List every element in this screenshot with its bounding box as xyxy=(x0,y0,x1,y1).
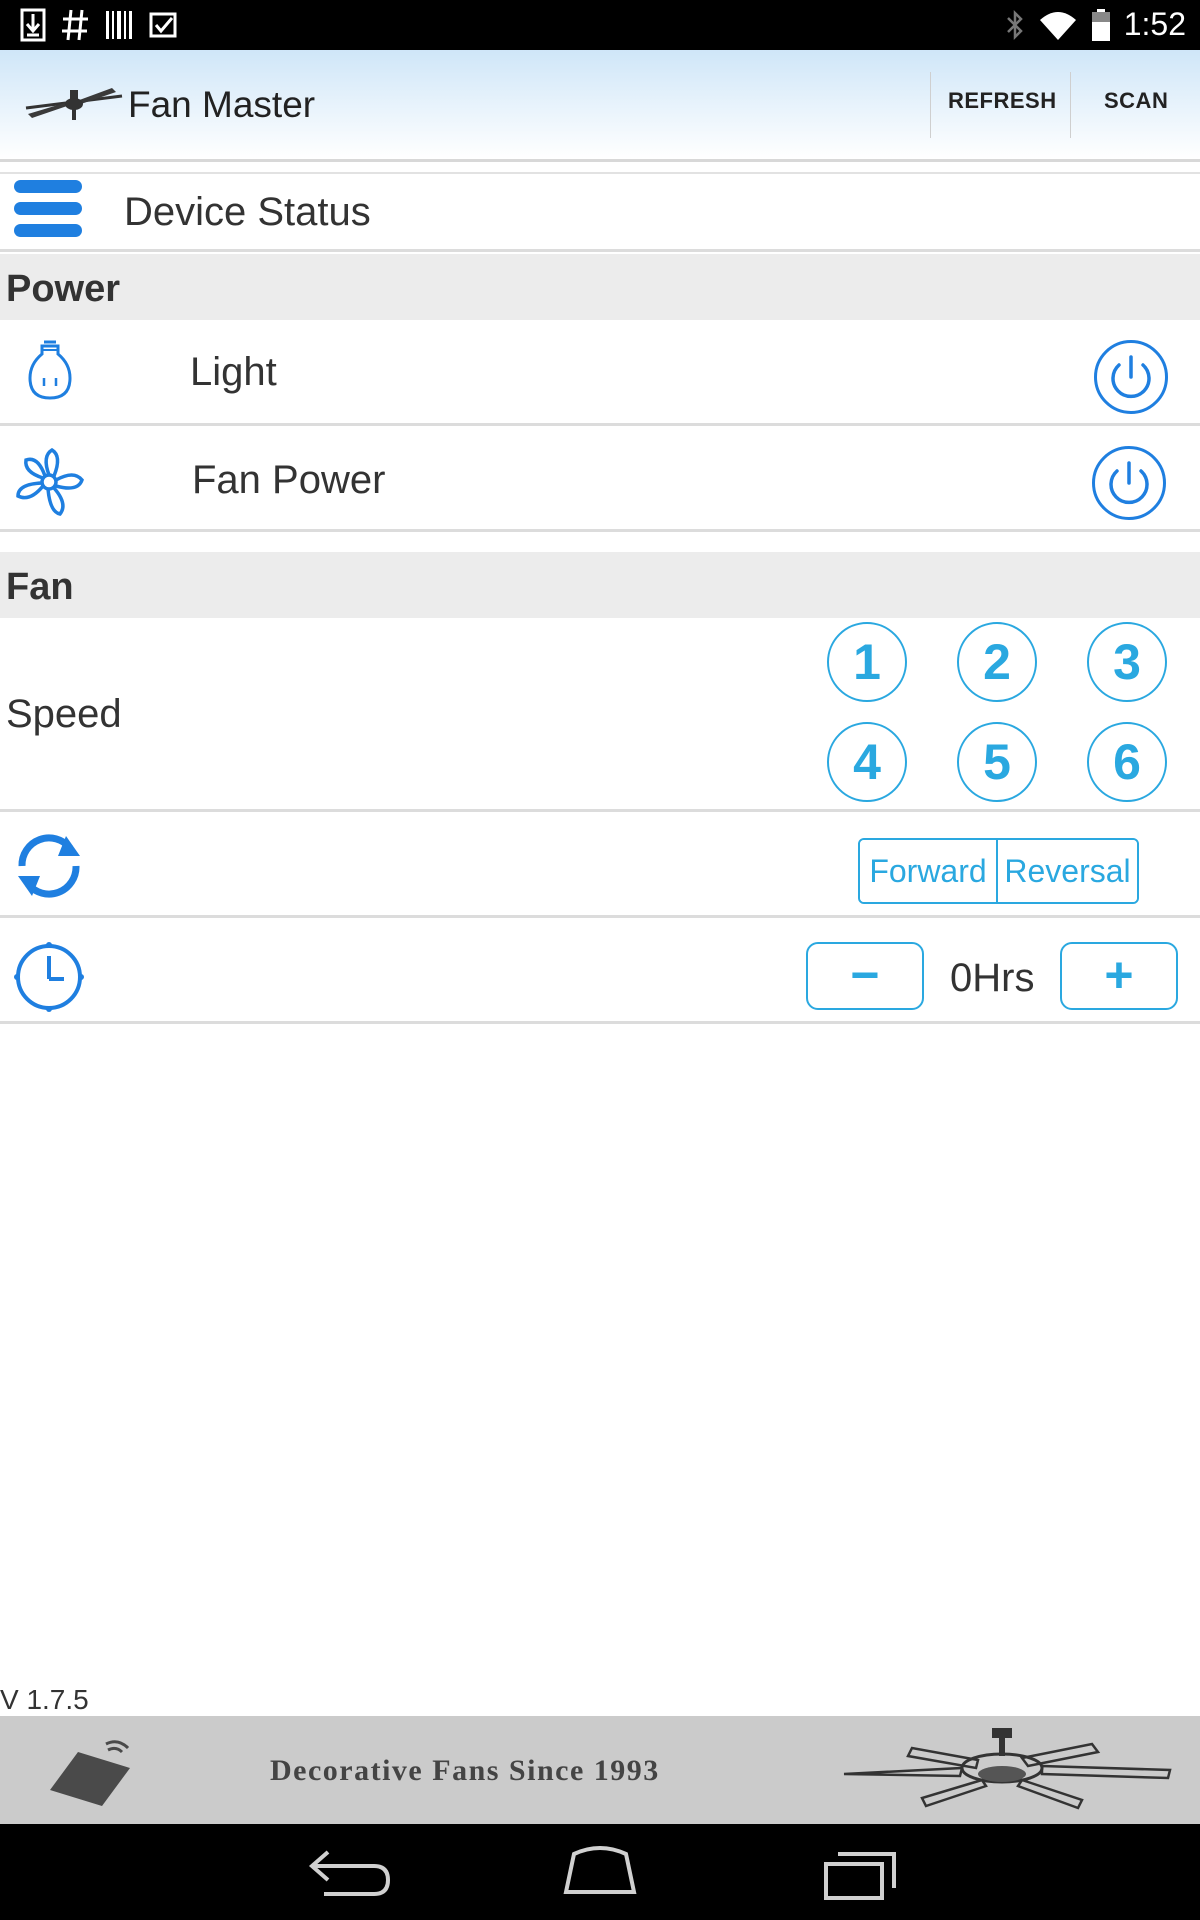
light-row: Light xyxy=(0,320,1200,426)
light-label: Light xyxy=(190,350,277,394)
remote-control-icon xyxy=(50,1740,130,1806)
home-icon[interactable] xyxy=(550,1842,650,1902)
recent-apps-icon[interactable] xyxy=(808,1842,908,1902)
speed-3-button[interactable]: 3 xyxy=(1087,622,1167,702)
status-right-icons: 1:52 xyxy=(1004,6,1186,43)
app-title: Fan Master xyxy=(128,84,316,125)
speed-2-button[interactable]: 2 xyxy=(957,622,1037,702)
power-icon xyxy=(1109,461,1149,505)
clock-icon xyxy=(14,942,84,1012)
speed-row: Speed 1 2 3 4 5 6 xyxy=(0,618,1200,812)
wifi-icon xyxy=(1039,11,1076,40)
direction-toggle: Forward Reversal xyxy=(858,838,1139,904)
timer-decrease-button[interactable]: − xyxy=(806,942,924,1010)
speed-6-button[interactable]: 6 xyxy=(1087,722,1167,802)
back-icon[interactable] xyxy=(294,1842,394,1902)
check-icon xyxy=(149,12,177,38)
hamburger-menu-icon[interactable] xyxy=(14,180,82,244)
download-icon xyxy=(20,8,46,42)
direction-row: Forward Reversal xyxy=(0,814,1200,918)
navigation-bar xyxy=(0,1824,1200,1920)
speed-label: Speed xyxy=(6,692,122,736)
reversal-button[interactable]: Reversal xyxy=(998,840,1137,902)
action-divider xyxy=(930,72,931,138)
app-logo-fan-icon xyxy=(25,88,123,120)
barcode-icon xyxy=(106,11,132,39)
device-status-title: Device Status xyxy=(124,190,371,234)
device-status-bar: Device Status xyxy=(0,172,1200,252)
forward-button[interactable]: Forward xyxy=(860,840,998,902)
ceiling-fan-icon xyxy=(843,1728,1172,1810)
timer-value: 0Hrs xyxy=(950,956,1035,1000)
battery-icon xyxy=(1091,8,1110,41)
light-power-button[interactable] xyxy=(1094,340,1168,414)
fan-power-row: Fan Power xyxy=(0,428,1200,532)
fan-section-header: Fan xyxy=(0,552,1200,618)
banner-tagline: Decorative Fans Since 1993 xyxy=(270,1754,660,1787)
fan-section-label: Fan xyxy=(6,566,74,608)
status-left-icons xyxy=(20,8,178,42)
light-bulb-icon xyxy=(28,340,72,400)
action-divider xyxy=(1070,72,1071,138)
timer-row: − 0Hrs + xyxy=(0,920,1200,1024)
footer-banner: Decorative Fans Since 1993 xyxy=(0,1716,1200,1824)
power-icon xyxy=(1111,355,1151,399)
hash-icon xyxy=(62,9,88,41)
bluetooth-icon xyxy=(1006,9,1023,40)
refresh-button[interactable]: REFRESH xyxy=(948,88,1057,114)
speed-5-button[interactable]: 5 xyxy=(957,722,1037,802)
speed-4-button[interactable]: 4 xyxy=(827,722,907,802)
power-section-header: Power xyxy=(0,254,1200,320)
speed-1-button[interactable]: 1 xyxy=(827,622,907,702)
timer-increase-button[interactable]: + xyxy=(1060,942,1178,1010)
action-bar: Fan Master REFRESH SCAN xyxy=(0,50,1200,162)
rotate-icon xyxy=(18,834,80,898)
power-section-label: Power xyxy=(6,268,121,310)
version-label: V 1.7.5 xyxy=(0,1684,89,1715)
status-time: 1:52 xyxy=(1123,6,1186,42)
fan-icon xyxy=(16,447,84,516)
fan-power-button[interactable] xyxy=(1092,446,1166,520)
fan-power-label: Fan Power xyxy=(192,458,386,502)
status-bar: 1:52 xyxy=(0,0,1200,50)
scan-button[interactable]: SCAN xyxy=(1104,88,1168,114)
